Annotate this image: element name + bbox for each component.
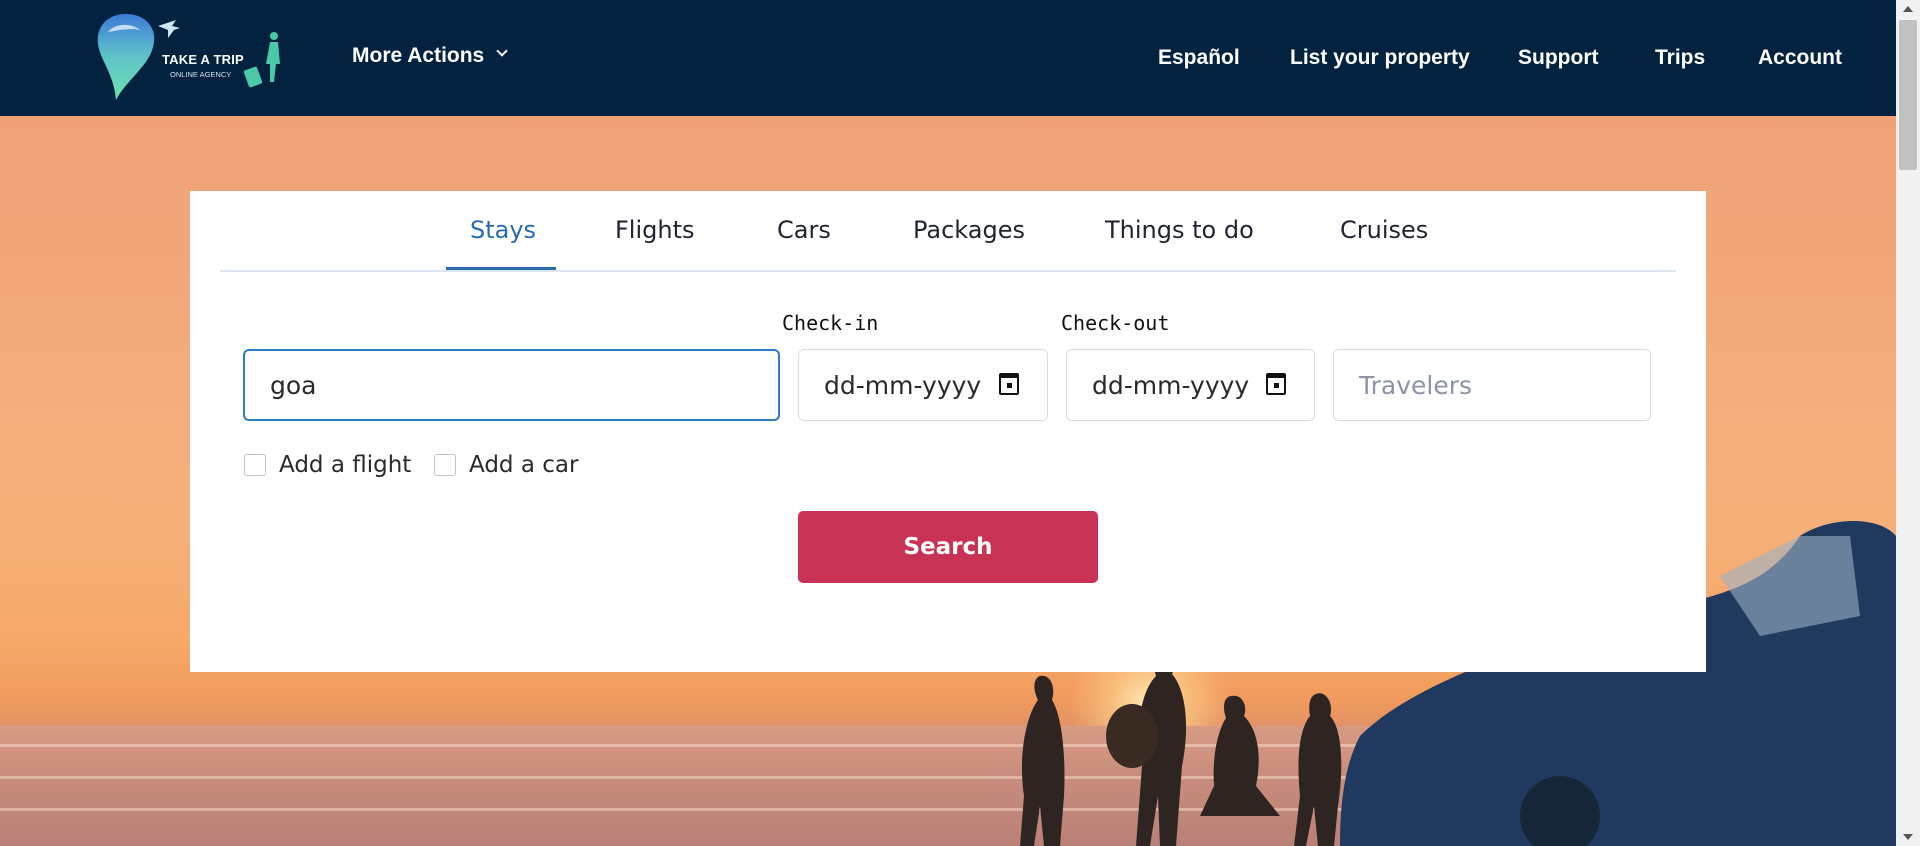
nav-support[interactable]: Support: [1518, 46, 1598, 70]
add-flight-checkbox[interactable]: Add a flight: [244, 452, 411, 478]
add-flight-label: Add a flight: [279, 452, 412, 478]
more-actions-label: More Actions: [352, 44, 485, 67]
site-logo[interactable]: TAKE A TRIP ONLINE AGENCY: [96, 12, 286, 104]
logo-brand-text: TAKE A TRIP: [162, 52, 244, 67]
nav-trips[interactable]: Trips: [1655, 46, 1705, 70]
checkout-label: Check-out: [1061, 311, 1170, 335]
nav-language[interactable]: Español: [1158, 46, 1240, 70]
tab-cruises[interactable]: Cruises: [1340, 216, 1428, 244]
travelers-placeholder: Travelers: [1359, 370, 1473, 400]
site-header: TAKE A TRIP ONLINE AGENCY More Actions E…: [0, 0, 1896, 116]
destination-input[interactable]: goa: [243, 349, 780, 421]
tab-things-to-do[interactable]: Things to do: [1105, 216, 1254, 244]
chevron-down-icon: [496, 45, 508, 57]
scroll-up-arrow-icon[interactable]: [1903, 6, 1913, 12]
nav-list-property[interactable]: List your property: [1290, 46, 1470, 70]
page-scrollbar[interactable]: [1896, 0, 1920, 846]
tabs-divider: [220, 270, 1676, 272]
checkout-date-input[interactable]: dd-mm-yyyy: [1066, 349, 1315, 421]
more-actions-menu[interactable]: More Actions: [352, 44, 508, 68]
add-car-label: Add a car: [469, 452, 579, 478]
checkout-value: dd-mm-yyyy: [1092, 370, 1250, 400]
checkin-label: Check-in: [782, 311, 879, 335]
tab-cars[interactable]: Cars: [777, 216, 831, 244]
checkbox-box[interactable]: [244, 454, 266, 476]
checkin-date-input[interactable]: dd-mm-yyyy: [798, 349, 1048, 421]
nav-account[interactable]: Account: [1758, 46, 1842, 70]
tab-packages[interactable]: Packages: [913, 216, 1025, 244]
logo-tagline: ONLINE AGENCY: [170, 70, 232, 79]
tab-stays[interactable]: Stays: [470, 216, 536, 244]
checkin-value: dd-mm-yyyy: [824, 370, 982, 400]
scrollbar-thumb[interactable]: [1899, 20, 1917, 170]
add-car-checkbox[interactable]: Add a car: [434, 452, 578, 478]
destination-value: goa: [270, 370, 317, 400]
checkbox-box[interactable]: [434, 454, 456, 476]
calendar-icon[interactable]: [1266, 373, 1286, 395]
calendar-icon[interactable]: [999, 373, 1019, 395]
search-card: Stays Flights Cars Packages Things to do…: [190, 191, 1706, 672]
active-tab-indicator: [446, 267, 556, 270]
scroll-down-arrow-icon[interactable]: [1903, 834, 1913, 840]
tab-flights[interactable]: Flights: [615, 216, 695, 244]
travelers-input[interactable]: Travelers: [1333, 349, 1651, 421]
search-button[interactable]: Search: [798, 511, 1098, 583]
